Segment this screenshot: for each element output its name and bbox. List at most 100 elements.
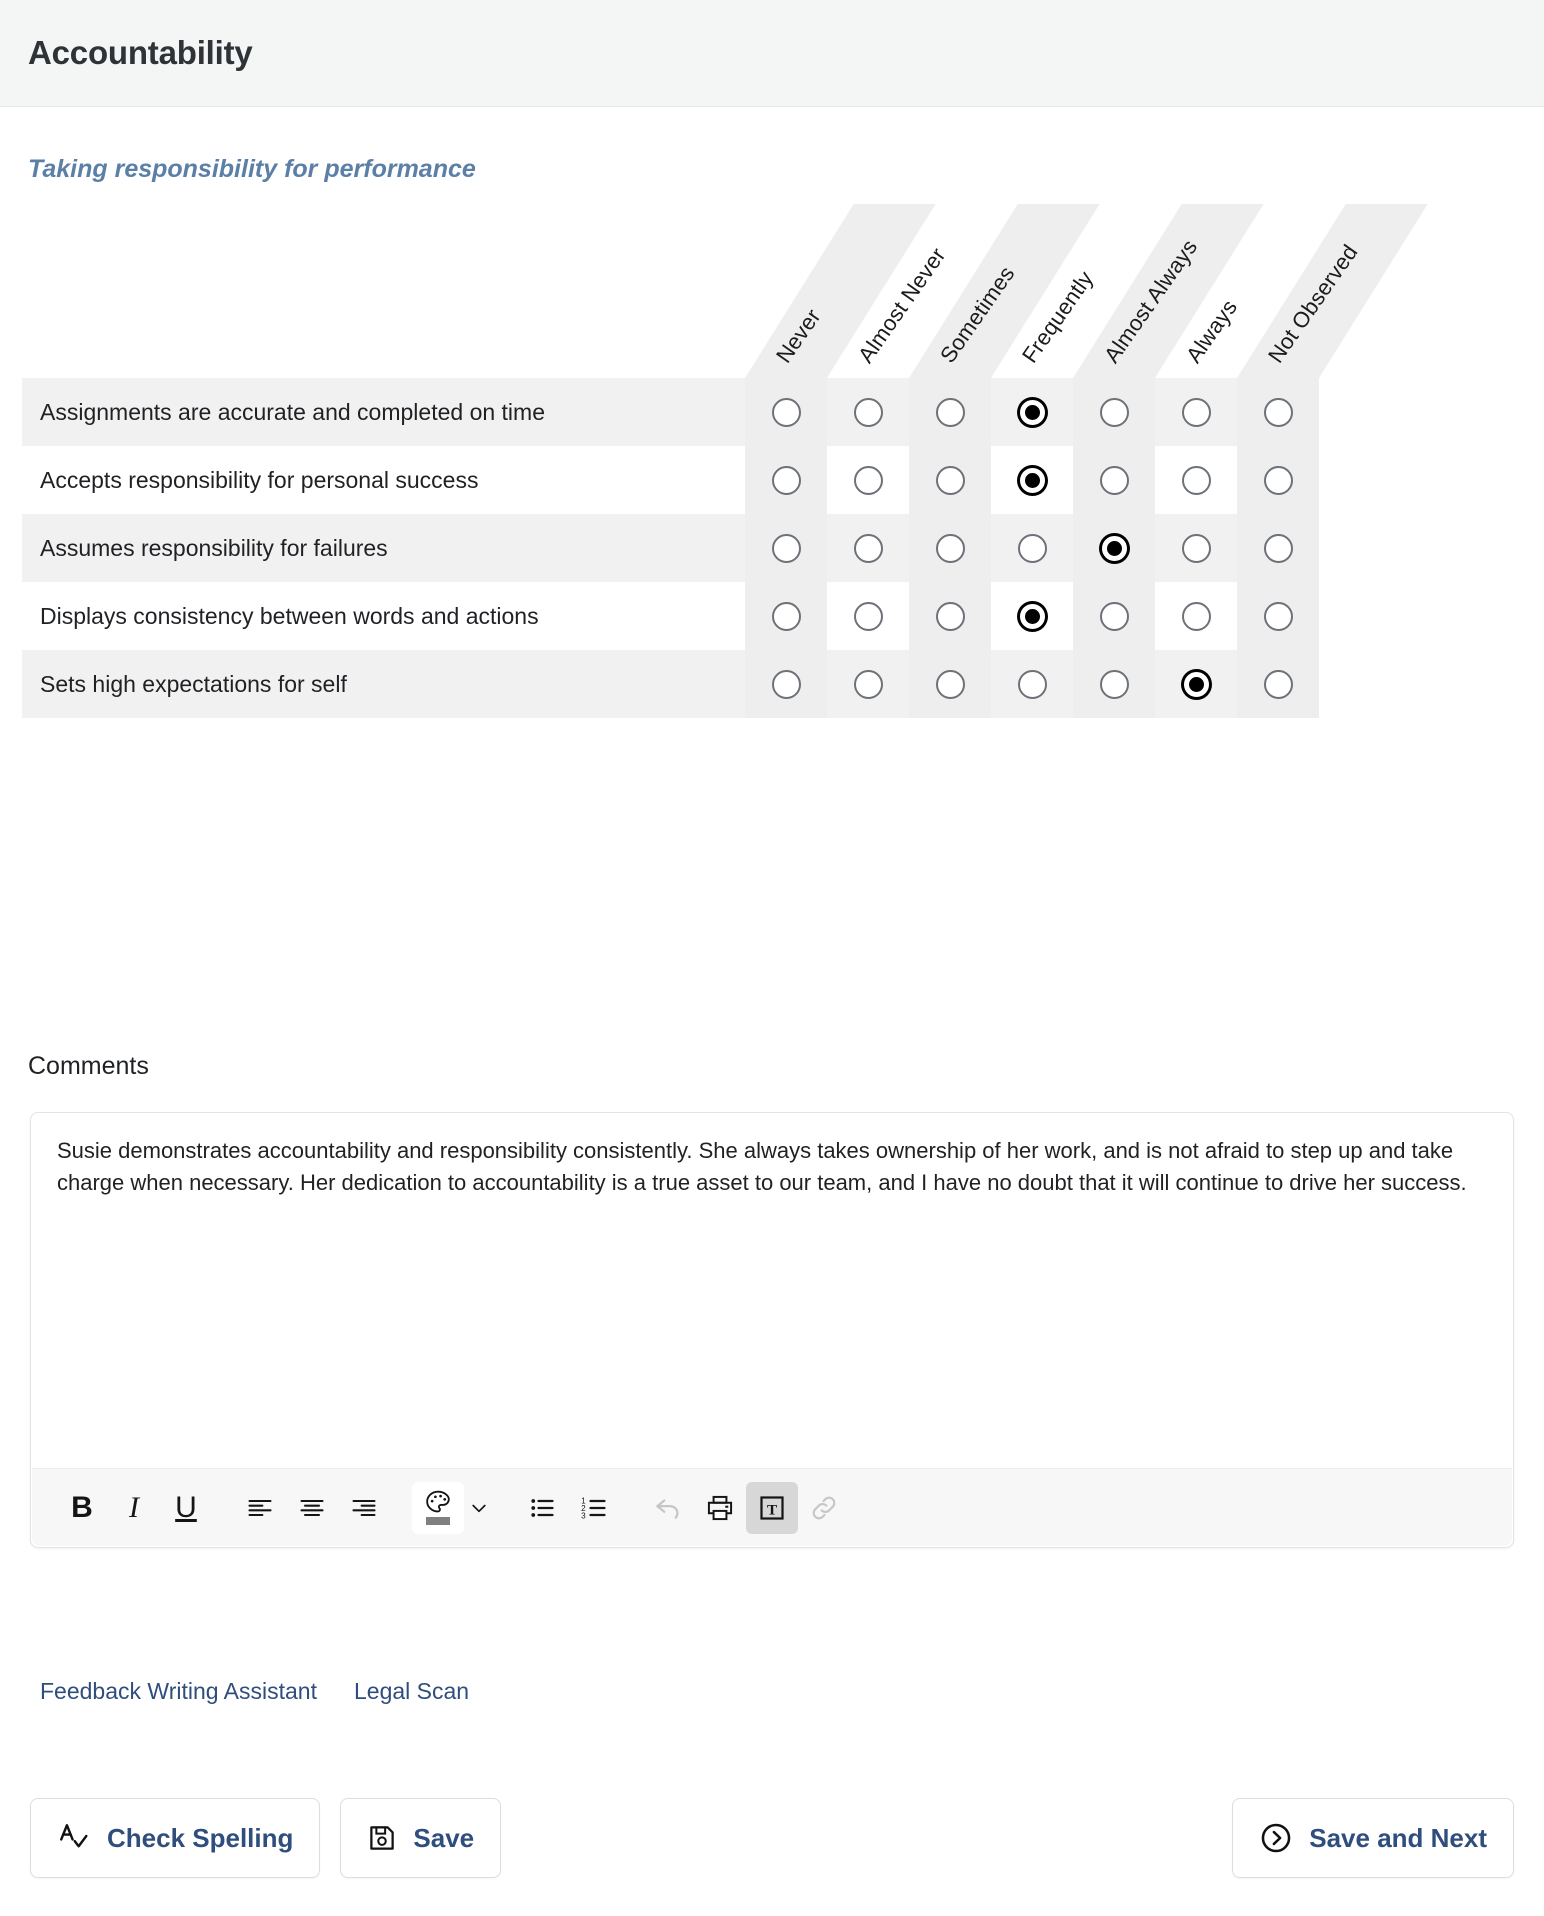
- rating-radio-cell[interactable]: [827, 378, 909, 446]
- rating-radio-cell[interactable]: [909, 446, 991, 514]
- rating-radio-cell[interactable]: [1237, 378, 1319, 446]
- radio-unselected-icon[interactable]: [1263, 465, 1293, 495]
- radio-unselected-icon[interactable]: [853, 465, 883, 495]
- rating-row-label: Assignments are accurate and completed o…: [40, 398, 545, 425]
- radio-unselected-icon[interactable]: [1099, 601, 1129, 631]
- radio-unselected-icon[interactable]: [1263, 397, 1293, 427]
- insert-link-button[interactable]: [798, 1482, 850, 1534]
- radio-unselected-icon[interactable]: [1099, 669, 1129, 699]
- radio-unselected-icon[interactable]: [935, 601, 965, 631]
- bold-button[interactable]: B: [56, 1482, 108, 1534]
- text-color-dropdown[interactable]: [464, 1482, 494, 1534]
- rating-radio-cell[interactable]: [827, 514, 909, 582]
- radio-unselected-icon[interactable]: [1181, 533, 1211, 563]
- radio-unselected-icon[interactable]: [1263, 533, 1293, 563]
- rating-radio-cell[interactable]: [909, 582, 991, 650]
- align-center-button[interactable]: [286, 1482, 338, 1534]
- rating-radio-cell[interactable]: [909, 378, 991, 446]
- rating-radio-cell[interactable]: [991, 514, 1073, 582]
- radio-unselected-icon[interactable]: [853, 533, 883, 563]
- rating-row: Displays consistency between words and a…: [0, 582, 1544, 650]
- rating-radio-cell[interactable]: [827, 446, 909, 514]
- svg-text:T: T: [767, 1501, 777, 1518]
- rating-radio-cell[interactable]: [909, 514, 991, 582]
- check-spelling-button[interactable]: Check Spelling: [30, 1798, 321, 1878]
- radio-unselected-icon[interactable]: [1017, 669, 1047, 699]
- radio-unselected-icon[interactable]: [1099, 465, 1129, 495]
- save-floppy-icon: [367, 1823, 397, 1853]
- radio-unselected-icon[interactable]: [935, 397, 965, 427]
- radio-unselected-icon[interactable]: [935, 533, 965, 563]
- radio-unselected-icon[interactable]: [771, 465, 801, 495]
- rating-radio-cell[interactable]: [1155, 582, 1237, 650]
- rating-radio-cell[interactable]: [1073, 582, 1155, 650]
- rating-radio-cell[interactable]: [745, 378, 827, 446]
- radio-selected-icon[interactable]: [1017, 397, 1047, 427]
- radio-selected-icon[interactable]: [1017, 465, 1047, 495]
- rating-radio-cell[interactable]: [1155, 378, 1237, 446]
- rating-radio-cell[interactable]: [991, 446, 1073, 514]
- radio-unselected-icon[interactable]: [853, 397, 883, 427]
- bullet-list-button[interactable]: [516, 1482, 568, 1534]
- radio-unselected-icon[interactable]: [771, 397, 801, 427]
- radio-unselected-icon[interactable]: [1181, 465, 1211, 495]
- rating-radio-cell[interactable]: [1237, 514, 1319, 582]
- undo-button[interactable]: [642, 1482, 694, 1534]
- rating-radio-cell[interactable]: [1237, 446, 1319, 514]
- radio-unselected-icon[interactable]: [1181, 601, 1211, 631]
- radio-unselected-icon[interactable]: [1017, 533, 1047, 563]
- radio-selected-icon[interactable]: [1017, 601, 1047, 631]
- rating-radio-cell[interactable]: [745, 446, 827, 514]
- numbered-list-button[interactable]: 1 2 3: [568, 1482, 620, 1534]
- radio-selected-icon[interactable]: [1099, 533, 1129, 563]
- rating-radio-cell[interactable]: [1155, 650, 1237, 718]
- rating-radio-cell[interactable]: [1155, 446, 1237, 514]
- rating-radio-cell[interactable]: [991, 650, 1073, 718]
- radio-unselected-icon[interactable]: [853, 601, 883, 631]
- radio-unselected-icon[interactable]: [935, 669, 965, 699]
- radio-unselected-icon[interactable]: [1263, 669, 1293, 699]
- rating-radio-cell[interactable]: [827, 650, 909, 718]
- rating-radio-cell[interactable]: [909, 650, 991, 718]
- align-left-button[interactable]: [234, 1482, 286, 1534]
- comments-textarea[interactable]: Susie demonstrates accountability and re…: [31, 1113, 1513, 1199]
- radio-unselected-icon[interactable]: [1181, 397, 1211, 427]
- radio-unselected-icon[interactable]: [853, 669, 883, 699]
- rating-row-label: Displays consistency between words and a…: [40, 602, 539, 629]
- comments-editor: Susie demonstrates accountability and re…: [30, 1112, 1514, 1548]
- radio-selected-icon[interactable]: [1181, 669, 1211, 699]
- italic-button[interactable]: I: [108, 1482, 160, 1534]
- rating-radio-cell[interactable]: [991, 582, 1073, 650]
- rating-radio-cell[interactable]: [1155, 514, 1237, 582]
- feedback-writing-assistant-link[interactable]: Feedback Writing Assistant: [40, 1678, 317, 1705]
- bullet-list-icon: [531, 1498, 554, 1517]
- spellcheck-icon: [57, 1821, 91, 1855]
- clear-formatting-button[interactable]: T: [746, 1481, 798, 1534]
- radio-unselected-icon[interactable]: [771, 533, 801, 563]
- rating-radio-cell[interactable]: [991, 378, 1073, 446]
- print-button[interactable]: [694, 1482, 746, 1534]
- footer-actions: Check Spelling Save Save and Next: [0, 1798, 1544, 1878]
- radio-unselected-icon[interactable]: [771, 669, 801, 699]
- rating-radio-cell[interactable]: [745, 650, 827, 718]
- rating-radio-cell[interactable]: [1073, 514, 1155, 582]
- save-and-next-button[interactable]: Save and Next: [1232, 1798, 1514, 1878]
- rating-radio-cell[interactable]: [1073, 650, 1155, 718]
- rating-radio-cell[interactable]: [1237, 582, 1319, 650]
- rating-radio-cell[interactable]: [1073, 378, 1155, 446]
- rating-radio-cell[interactable]: [1237, 650, 1319, 718]
- rating-column-label: Never: [770, 304, 826, 368]
- save-button[interactable]: Save: [340, 1798, 502, 1878]
- radio-unselected-icon[interactable]: [935, 465, 965, 495]
- radio-unselected-icon[interactable]: [771, 601, 801, 631]
- legal-scan-link[interactable]: Legal Scan: [354, 1678, 469, 1705]
- rating-radio-cell[interactable]: [1073, 446, 1155, 514]
- align-right-button[interactable]: [338, 1482, 390, 1534]
- text-color-button[interactable]: [412, 1481, 464, 1534]
- radio-unselected-icon[interactable]: [1263, 601, 1293, 631]
- rating-radio-cell[interactable]: [827, 582, 909, 650]
- rating-radio-cell[interactable]: [745, 514, 827, 582]
- underline-button[interactable]: U: [160, 1482, 212, 1534]
- radio-unselected-icon[interactable]: [1099, 397, 1129, 427]
- rating-radio-cell[interactable]: [745, 582, 827, 650]
